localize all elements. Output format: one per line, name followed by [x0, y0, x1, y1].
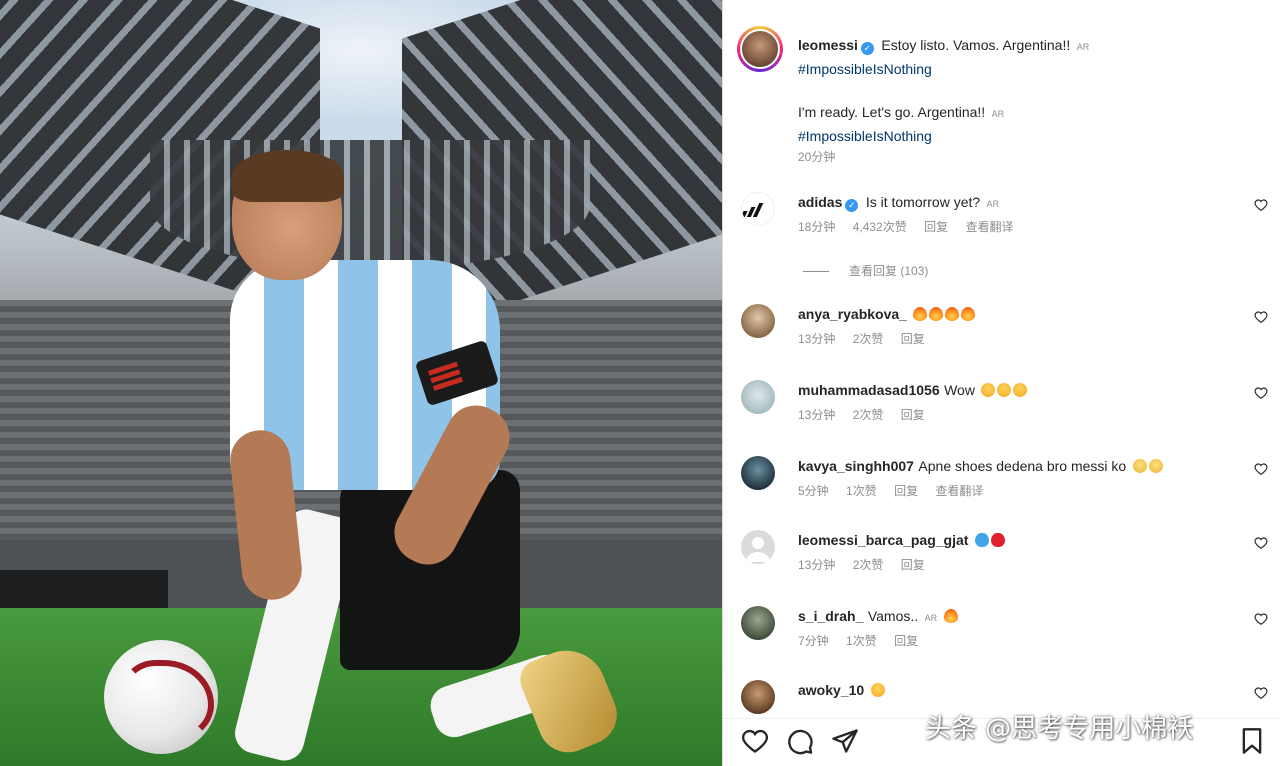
heart-eyes-emoji-icon	[981, 383, 996, 397]
comment-time: 7分钟	[798, 634, 829, 648]
user-avatar[interactable]	[741, 606, 775, 640]
fire-emoji-icon	[913, 307, 928, 321]
comment-likes[interactable]: 2次赞	[853, 408, 884, 422]
translate-button[interactable]: 查看翻译	[965, 220, 1013, 234]
like-comment-heart-icon[interactable]	[1254, 462, 1268, 476]
toutiao-watermark: 头条 @思考专用小棉袄	[925, 714, 1194, 744]
hashtag-link[interactable]: #ImpossibleIsNothing	[798, 61, 932, 77]
comment-likes[interactable]: 4,432次赞	[853, 220, 907, 234]
sob-emoji-icon	[1148, 459, 1163, 473]
fire-emoji-icon	[929, 307, 944, 321]
comment-text: Apne shoes dedena bro messi ko	[918, 458, 1127, 474]
like-comment-heart-icon[interactable]	[1254, 310, 1268, 324]
football	[104, 640, 218, 754]
comment-username[interactable]: leomessi_barca_pag_gjat	[798, 532, 968, 548]
fire-emoji-icon	[961, 307, 976, 321]
ar-tag: AR	[924, 613, 938, 623]
comment-meta: 5分钟 1次赞 回复 查看翻译	[798, 482, 997, 499]
comment-meta: 7分钟 1次赞 回复	[798, 632, 932, 649]
view-replies-button[interactable]: 查看回复 (103)	[803, 262, 928, 279]
comment-meta: 13分钟 2次赞 回复	[798, 330, 939, 347]
replies-dash	[803, 271, 829, 273]
save-icon[interactable]	[1238, 727, 1266, 755]
reply-button[interactable]: 回复	[894, 484, 918, 498]
players-tunnel	[0, 570, 168, 612]
comment-likes[interactable]: 2次赞	[853, 332, 884, 346]
comment-text: Vamos..	[867, 608, 919, 624]
comments-panel: leomessi ✓ Estoy listo. Vamos. Argentina!…	[723, 0, 1280, 766]
player-hair	[232, 150, 344, 202]
post-caption: leomessi ✓ Estoy listo. Vamos. Argentina!…	[798, 34, 1238, 148]
comment-username[interactable]: adidas	[798, 194, 842, 210]
sob-emoji-icon	[1132, 459, 1147, 473]
comment-icon[interactable]	[786, 727, 814, 755]
fire-emoji-icon	[945, 307, 960, 321]
adidas-logo-icon[interactable]	[741, 192, 775, 226]
heart-eyes-emoji-icon	[1013, 383, 1028, 397]
caption-text-en: I'm ready. Let's go. Argentina!!	[798, 104, 986, 120]
comment-likes[interactable]: 1次赞	[846, 484, 877, 498]
comment-username[interactable]: awoky_10	[798, 682, 864, 698]
comment-time: 18分钟	[798, 220, 836, 234]
user-avatar[interactable]	[741, 380, 775, 414]
reply-button[interactable]: 回复	[901, 332, 925, 346]
comment-time: 13分钟	[798, 408, 836, 422]
comment-time: 5分钟	[798, 484, 829, 498]
comment-item: s_i_drah_ Vamos.. AR 7分钟 1次赞 回复	[723, 606, 1280, 676]
reply-button[interactable]: 回复	[894, 634, 918, 648]
comment-item: kavya_singhh007 Apne shoes dedena bro me…	[723, 456, 1280, 526]
translate-button[interactable]: 查看翻译	[935, 484, 983, 498]
like-comment-heart-icon[interactable]	[1254, 686, 1268, 700]
heart-eyes-emoji-icon	[870, 683, 885, 697]
author-avatar[interactable]	[737, 26, 783, 72]
comment-item: muhammadasad1056 Wow 13分钟 2次赞 回复	[723, 380, 1280, 450]
ar-tag: AR	[991, 109, 1005, 119]
comment-item: anya_ryabkova_ 13分钟 2次赞 回复	[723, 304, 1280, 374]
reply-button[interactable]: 回复	[901, 558, 925, 572]
comment-username[interactable]: muhammadasad1056	[798, 382, 940, 398]
post-timestamp: 20分钟	[798, 150, 836, 164]
comment-meta: 13分钟 2次赞 回复	[798, 556, 939, 573]
comment-item: adidas ✓ Is it tomorrow yet? AR 18分钟 4,43…	[723, 192, 1280, 262]
comment-username[interactable]: anya_ryabkova_	[798, 306, 907, 322]
comment-time: 13分钟	[798, 332, 836, 346]
like-comment-heart-icon[interactable]	[1254, 536, 1268, 550]
ar-tag: AR	[1076, 42, 1090, 52]
comment-text: Wow	[944, 382, 975, 398]
verified-badge-icon: ✓	[845, 199, 859, 212]
author-username[interactable]: leomessi	[798, 37, 858, 53]
ar-tag: AR	[986, 199, 1000, 209]
player-figure	[220, 150, 626, 766]
blue-heart-emoji-icon	[974, 533, 989, 547]
comment-meta: 13分钟 2次赞 回复	[798, 406, 939, 423]
like-comment-heart-icon[interactable]	[1254, 386, 1268, 400]
view-replies-label: 查看回复 (103)	[849, 264, 929, 278]
comment-username[interactable]: s_i_drah_	[798, 608, 863, 624]
share-icon[interactable]	[831, 727, 859, 755]
post-photo[interactable]	[0, 0, 722, 766]
reply-button[interactable]: 回复	[901, 408, 925, 422]
user-avatar[interactable]	[741, 680, 775, 714]
like-icon[interactable]	[741, 727, 769, 755]
comment-username[interactable]: kavya_singhh007	[798, 458, 914, 474]
user-avatar[interactable]	[741, 304, 775, 338]
caption-text-es: Estoy listo. Vamos. Argentina!!	[881, 37, 1071, 53]
reply-button[interactable]: 回复	[924, 220, 948, 234]
user-avatar[interactable]	[741, 456, 775, 490]
comment-item: leomessi_barca_pag_gjat 13分钟 2次赞 回复	[723, 530, 1280, 600]
verified-badge-icon: ✓	[860, 42, 874, 55]
comment-likes[interactable]: 2次赞	[853, 558, 884, 572]
red-heart-emoji-icon	[990, 533, 1005, 547]
comment-text: Is it tomorrow yet?	[865, 194, 981, 210]
comment-likes[interactable]: 1次赞	[846, 634, 877, 648]
like-comment-heart-icon[interactable]	[1254, 612, 1268, 626]
default-avatar-icon[interactable]	[741, 530, 775, 564]
fire-emoji-icon	[943, 609, 958, 623]
comment-meta: 18分钟 4,432次赞 回复 查看翻译	[798, 218, 1027, 235]
heart-eyes-emoji-icon	[997, 383, 1012, 397]
hashtag-link[interactable]: #ImpossibleIsNothing	[798, 128, 932, 144]
comment-time: 13分钟	[798, 558, 836, 572]
player-boot	[514, 638, 626, 762]
like-comment-heart-icon[interactable]	[1254, 198, 1268, 212]
